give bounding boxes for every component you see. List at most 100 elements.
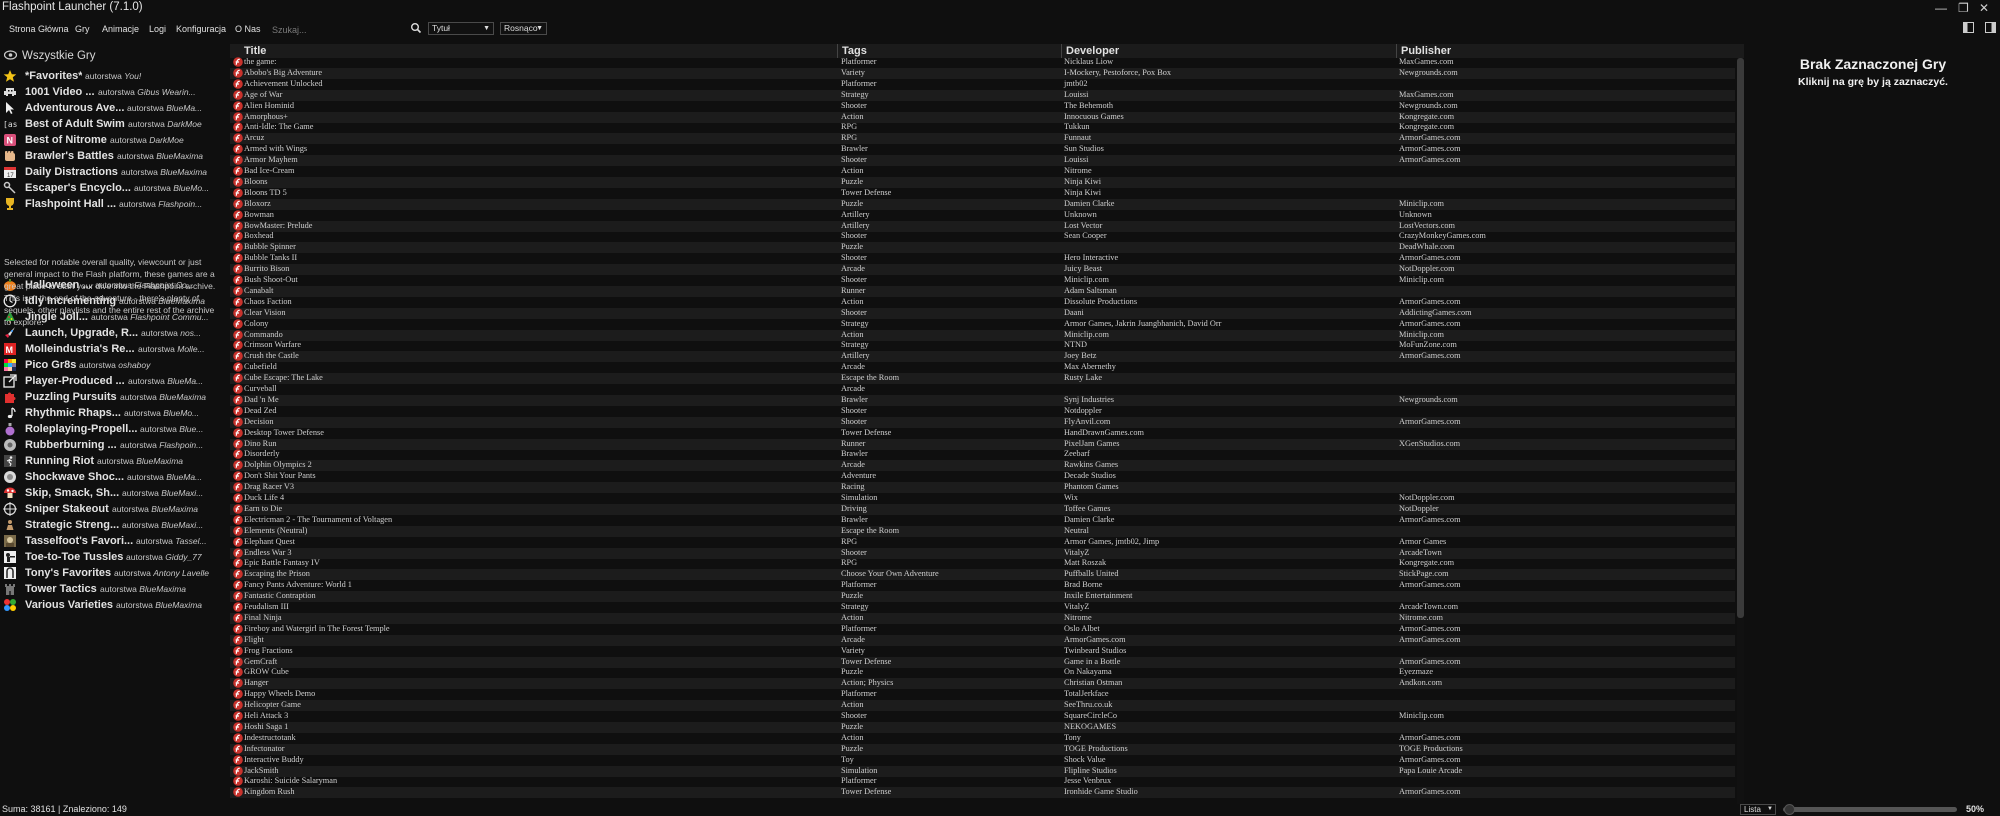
game-row[interactable]: Cubefield Arcade Max Abernethy <box>230 362 1735 373</box>
game-row[interactable]: Bloons TD 5 Tower Defense Ninja Kiwi <box>230 188 1735 199</box>
column-divider[interactable] <box>1396 44 1397 58</box>
maximize-button[interactable]: ❐ <box>1958 1 1969 15</box>
column-header-title[interactable]: Title <box>244 45 266 57</box>
sidebar-playlist-item[interactable]: Sniper Stakeout autorstwa BlueMaxima <box>0 501 228 517</box>
sidebar-playlist-item[interactable]: Strategic Streng... autorstwa BlueMaxi... <box>0 517 228 533</box>
sidebar-playlist-item[interactable]: Shockwave Shoc... autorstwa BlueMa... <box>0 469 228 485</box>
sidebar-playlist-item[interactable]: Running Riot autorstwa BlueMaxima <box>0 453 228 469</box>
column-header-publisher[interactable]: Publisher <box>1401 45 1451 57</box>
close-button[interactable]: ✕ <box>1979 1 1989 15</box>
game-row[interactable]: Armor Mayhem Shooter Louissi ArmorGames.com <box>230 155 1735 167</box>
game-row[interactable]: Hanger Action; Physics Christian Ostman And… <box>230 678 1735 690</box>
sidebar-playlist-item[interactable]: Various Varieties autorstwa BlueMaxima <box>0 597 228 613</box>
menu-animations[interactable]: Animacje <box>102 24 139 34</box>
menu-about[interactable]: O Nas <box>235 24 261 34</box>
column-divider[interactable] <box>837 44 838 58</box>
game-row[interactable]: Fancy Pants Adventure: World 1 Platformer… <box>230 580 1735 591</box>
game-row[interactable]: Anti-Idle: The Game RPG Tukkun Kongregate.c… <box>230 122 1735 133</box>
game-row[interactable]: Electricman 2 - The Tournament of Voltag… <box>230 515 1735 526</box>
list-scrollbar[interactable] <box>1737 58 1744 804</box>
game-row[interactable]: Infectonator Puzzle TOGE Productions TOGE P… <box>230 743 1735 755</box>
game-row[interactable]: Duck Life 4 Simulation Wix NotDoppler.com <box>230 493 1735 504</box>
column-divider[interactable] <box>1061 44 1062 58</box>
game-row[interactable]: Flight Arcade ArmorGames.com ArmorGames.com <box>230 634 1735 646</box>
menu-games[interactable]: Gry <box>75 24 90 34</box>
game-row[interactable]: BowMaster: Prelude Artillery Lost Vector Lo… <box>230 220 1735 232</box>
sidebar-playlist-item[interactable]: *Favorites* autorstwa You! <box>0 68 228 84</box>
game-row[interactable]: Burrito Bison Arcade Juicy Beast NotDoppler… <box>230 264 1735 276</box>
game-row[interactable]: Curveball Arcade <box>230 384 1735 395</box>
sidebar-playlist-item[interactable]: 17 Daily Distractions autorstwa BlueMaxima <box>0 164 228 180</box>
sidebar-playlist-item[interactable]: Escaper's Encyclo... autorstwa BlueMo... <box>0 180 228 196</box>
game-row[interactable]: Escaping the Prison Choose Your Own Adven… <box>230 569 1735 581</box>
game-row[interactable]: Elements (Neutral) Escape the Room Neutral <box>230 525 1735 537</box>
game-row[interactable]: Commando Action Miniclip.com Miniclip.com <box>230 329 1735 341</box>
game-row[interactable]: Chaos Faction Action Dissolute Productions… <box>230 297 1735 308</box>
game-row[interactable]: Heli Attack 3 Shooter SquareCircleCo Minicl… <box>230 711 1735 722</box>
game-row[interactable]: Earn to Die Driving Toffee Games NotDoppler <box>230 503 1735 515</box>
search-input[interactable] <box>272 23 410 36</box>
game-row[interactable]: Final Ninja Action Nitrome Nitrome.com <box>230 612 1735 624</box>
sidebar-playlist-item[interactable]: Flashpoint Hall ... autorstwa Flashpoin..… <box>0 196 228 212</box>
game-row[interactable]: Elephant Quest RPG Armor Games, jmtb02, Ji… <box>230 537 1735 548</box>
game-row[interactable]: Don't Shit Your Pants Adventure Decade Stu… <box>230 471 1735 482</box>
game-row[interactable]: JackSmith Simulation Flipline Studios Papa … <box>230 765 1735 777</box>
game-row[interactable]: Crush the Castle Artillery Joey Betz ArmorG… <box>230 351 1735 363</box>
game-row[interactable]: Indestructotank Action Tony ArmorGames.com <box>230 733 1735 744</box>
zoom-slider[interactable] <box>1783 804 1957 815</box>
game-row[interactable]: Interactive Buddy Toy Shock Value ArmorGame… <box>230 755 1735 766</box>
sidebar-playlist-item[interactable]: Pico Gr8s autorstwa oshaboy <box>0 357 228 373</box>
sidebar-playlist-item[interactable]: Rubberburning ... autorstwa Flashpoin... <box>0 437 228 453</box>
game-row[interactable]: the game: Platformer Nicklaus Liow MaxGames… <box>230 57 1735 68</box>
game-row[interactable]: Feudalism III Strategy VitalyZ ArcadeTown.c… <box>230 602 1735 613</box>
zoom-slider-thumb[interactable] <box>1784 804 1796 815</box>
game-row[interactable]: Epic Battle Fantasy IV RPG Matt Roszak Kong… <box>230 558 1735 569</box>
toggle-right-sidebar-icon[interactable] <box>1985 22 1996 33</box>
column-header-developer[interactable]: Developer <box>1066 45 1119 57</box>
game-row[interactable]: Happy Wheels Demo Platformer TotalJerkface <box>230 689 1735 700</box>
game-row[interactable]: Bloxorz Puzzle Damien Clarke Miniclip.com <box>230 198 1735 210</box>
sidebar-playlist-item[interactable]: Adventurous Ave... autorstwa BlueMa... <box>0 100 228 116</box>
game-row[interactable]: Frog Fractions Variety Twinbeard Studios <box>230 646 1735 657</box>
game-row[interactable]: Endless War 3 Shooter VitalyZ ArcadeTown <box>230 547 1735 559</box>
menu-home[interactable]: Strona Główna <box>9 24 69 34</box>
sidebar-playlist-item[interactable]: Skip, Smack, Sh... autorstwa BlueMaxi... <box>0 485 228 501</box>
game-row[interactable]: Cube Escape: The Lake Escape the Room Rust… <box>230 373 1735 385</box>
game-row[interactable]: Dino Run Runner PixelJam Games XGenStudios.… <box>230 438 1735 450</box>
toggle-left-sidebar-icon[interactable] <box>1963 22 1974 33</box>
game-row[interactable]: Disorderly Brawler Zeebarf <box>230 449 1735 460</box>
search-icon[interactable] <box>410 22 422 34</box>
sidebar-playlist-item[interactable]: N Best of Nitrome autorstwa DarkMoe <box>0 132 228 148</box>
game-row[interactable]: Achievement Unlocked Platformer jmtb02 <box>230 79 1735 90</box>
game-row[interactable]: Drag Racer V3 Racing Phantom Games <box>230 482 1735 494</box>
sidebar-playlist-item[interactable]: Tony's Favorites autorstwa Antony Lavelle <box>0 565 228 581</box>
game-row[interactable]: Dad 'n Me Brawler Synj Industries Newground… <box>230 394 1735 406</box>
menu-logs[interactable]: Logi <box>149 24 166 34</box>
game-row[interactable]: GROW Cube Puzzle On Nakayama Eyezmaze <box>230 667 1735 678</box>
game-row[interactable]: Bubble Spinner Puzzle DeadWhale.com <box>230 242 1735 254</box>
game-row[interactable]: Age of War Strategy Louissi MaxGames.com <box>230 89 1735 101</box>
game-row[interactable]: Dead Zed Shooter Notdoppler <box>230 406 1735 417</box>
game-row[interactable]: Amorphous+ Action Innocuous Games Kongregat… <box>230 111 1735 123</box>
game-row[interactable]: Abobo's Big Adventure Variety I-Mockery, P… <box>230 67 1735 79</box>
game-row[interactable]: Bad Ice-Cream Action Nitrome <box>230 166 1735 177</box>
menu-config[interactable]: Konfiguracja <box>176 24 226 34</box>
game-row[interactable]: Karoshi: Suicide Salaryman Platformer Jess… <box>230 776 1735 787</box>
game-row[interactable]: Bush Shoot-Out Shooter Miniclip.com Minicli… <box>230 275 1735 286</box>
sort-order-select[interactable]: Rosnąco ▼ <box>500 22 547 35</box>
game-row[interactable]: Fireboy and Watergirl in The Forest Temp… <box>230 624 1735 635</box>
sidebar-item-all-games[interactable]: Wszystkie Gry <box>0 47 228 63</box>
sidebar-playlist-item[interactable]: Roleplaying-Propell... autorstwa Blue... <box>0 421 228 437</box>
sidebar-playlist-item[interactable]: Player-Produced ... autorstwa BlueMa... <box>0 373 228 389</box>
game-row[interactable]: Dolphin Olympics 2 Arcade Rawkins Games <box>230 460 1735 472</box>
game-row[interactable]: Clear Vision Shooter Daani AddictingGames.c… <box>230 307 1735 319</box>
game-row[interactable]: Desktop Tower Defense Tower Defense HandDr… <box>230 428 1735 439</box>
game-row[interactable]: Bloons Puzzle Ninja Kiwi <box>230 176 1735 188</box>
game-row[interactable]: GemCraft Tower Defense Game in a Bottle Arm… <box>230 656 1735 668</box>
scrollbar-thumb[interactable] <box>1737 58 1744 618</box>
game-row[interactable]: Canabalt Runner Adam Saltsman <box>230 285 1735 297</box>
game-row[interactable]: Kingdom Rush Tower Defense Ironhide Game S… <box>230 787 1735 799</box>
minimize-button[interactable]: — <box>1935 1 1947 15</box>
game-row[interactable]: Decision Shooter FlyAnvil.com ArmorGames.co… <box>230 416 1735 428</box>
game-row[interactable]: Fantastic Contraption Puzzle Inxile Entert… <box>230 591 1735 603</box>
